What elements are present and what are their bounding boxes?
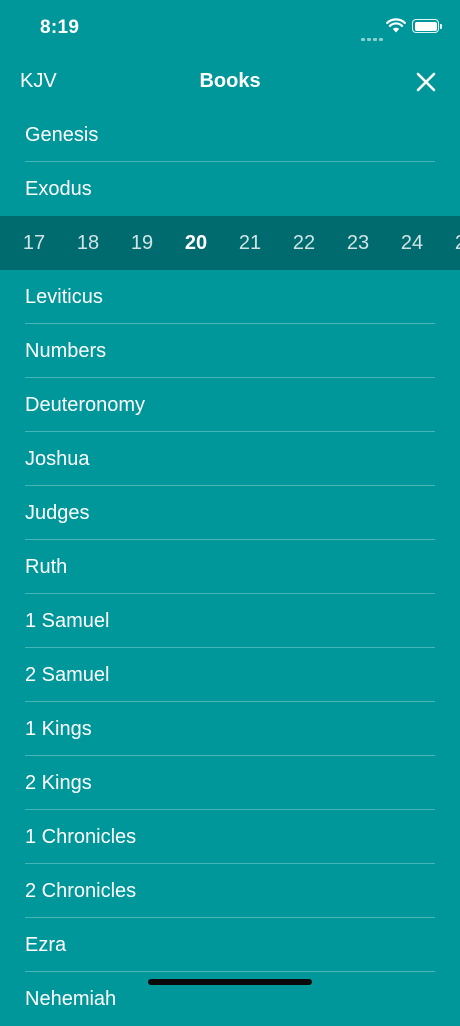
book-label: Numbers bbox=[25, 340, 107, 362]
chapter-21[interactable]: 21 bbox=[223, 232, 277, 255]
book-row-judges[interactable]: Judges bbox=[0, 486, 460, 540]
book-label: Ruth bbox=[25, 556, 68, 578]
book-label: 1 Samuel bbox=[25, 610, 110, 632]
status-bar: 8:19 bbox=[0, 0, 460, 56]
book-label: 1 Chronicles bbox=[25, 826, 137, 848]
chapter-20[interactable]: 20 bbox=[169, 232, 223, 255]
book-label: Genesis bbox=[25, 124, 99, 146]
signal-icon bbox=[361, 28, 385, 46]
chapter-22[interactable]: 22 bbox=[277, 232, 331, 255]
book-label: Ezra bbox=[25, 934, 67, 956]
book-label: Nehemiah bbox=[25, 988, 117, 1010]
book-row-ruth[interactable]: Ruth bbox=[0, 540, 460, 594]
book-label: 1 Kings bbox=[25, 718, 92, 740]
nav-bar: KJV Books bbox=[0, 56, 460, 108]
book-row-1-kings[interactable]: 1 Kings bbox=[0, 702, 460, 756]
status-time: 8:19 bbox=[40, 17, 80, 38]
book-row-numbers[interactable]: Numbers bbox=[0, 324, 460, 378]
book-label: 2 Chronicles bbox=[25, 880, 137, 902]
chapter-25[interactable]: 25 bbox=[439, 232, 460, 255]
chapter-19[interactable]: 19 bbox=[115, 232, 169, 255]
home-indicator[interactable] bbox=[148, 979, 312, 985]
book-row-2-kings[interactable]: 2 Kings bbox=[0, 756, 460, 810]
book-row-2-chronicles[interactable]: 2 Chronicles bbox=[0, 864, 460, 918]
chapter-18[interactable]: 18 bbox=[61, 232, 115, 255]
chapter-24[interactable]: 24 bbox=[385, 232, 439, 255]
close-icon bbox=[416, 72, 436, 92]
book-row-1-samuel[interactable]: 1 Samuel bbox=[0, 594, 460, 648]
close-button[interactable] bbox=[410, 66, 442, 98]
book-label: Joshua bbox=[25, 448, 90, 470]
book-list: Genesis Exodus 17 18 19 20 21 22 23 24 2… bbox=[0, 108, 460, 1026]
book-label: 2 Kings bbox=[25, 772, 92, 794]
battery-icon bbox=[412, 19, 442, 33]
chapter-23[interactable]: 23 bbox=[331, 232, 385, 255]
book-row-exodus[interactable]: Exodus bbox=[0, 162, 460, 216]
book-row-ezra[interactable]: Ezra bbox=[0, 918, 460, 972]
book-label: Exodus bbox=[25, 178, 92, 200]
page-title: Books bbox=[199, 70, 261, 92]
book-label: Judges bbox=[25, 502, 90, 524]
book-row-leviticus[interactable]: Leviticus bbox=[0, 270, 460, 324]
book-label: Deuteronomy bbox=[25, 394, 146, 416]
book-row-deuteronomy[interactable]: Deuteronomy bbox=[0, 378, 460, 432]
book-row-joshua[interactable]: Joshua bbox=[0, 432, 460, 486]
book-row-2-samuel[interactable]: 2 Samuel bbox=[0, 648, 460, 702]
chapter-strip[interactable]: 17 18 19 20 21 22 23 24 25 bbox=[0, 216, 460, 270]
book-row-genesis[interactable]: Genesis bbox=[0, 108, 460, 162]
wifi-icon bbox=[386, 18, 406, 33]
chapter-17[interactable]: 17 bbox=[7, 232, 61, 255]
book-label: Leviticus bbox=[25, 286, 103, 308]
book-label: 2 Samuel bbox=[25, 664, 110, 686]
book-row-1-chronicles[interactable]: 1 Chronicles bbox=[0, 810, 460, 864]
